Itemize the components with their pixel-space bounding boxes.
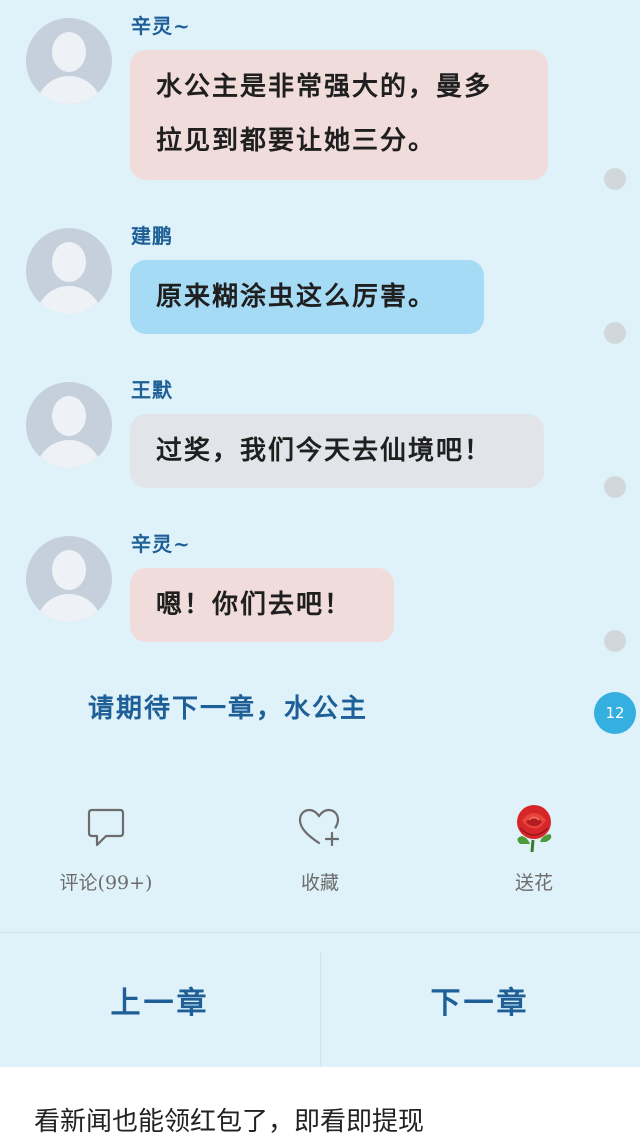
comment-button[interactable]: 评论(99+)	[36, 800, 176, 895]
read-status-dot	[604, 630, 626, 652]
read-status-dot	[604, 168, 626, 190]
sender-name: 辛灵~	[131, 532, 191, 556]
favorite-label: 收藏	[300, 872, 339, 894]
message-line: 水公主是非常强大的，曼多	[156, 72, 493, 102]
comment-icon	[87, 808, 125, 847]
avatar[interactable]	[26, 18, 112, 104]
sender-name: 建鹏	[131, 224, 173, 248]
message-bubble[interactable]: 原来糊涂虫这么厉害。	[130, 260, 484, 334]
message-bubble[interactable]: 水公主是非常强大的，曼多 拉见到都要让她三分。	[130, 50, 548, 180]
send-flower-button[interactable]: 送花	[464, 800, 604, 895]
avatar[interactable]	[26, 382, 112, 468]
divider	[320, 952, 321, 1066]
favorite-button[interactable]: 收藏	[250, 800, 390, 895]
avatar[interactable]	[26, 228, 112, 314]
chat-story-screen: 辛灵~ 水公主是非常强大的，曼多 拉见到都要让她三分。 建鹏 原来糊涂虫这么厉害…	[0, 0, 640, 1138]
sender-name: 辛灵~	[131, 14, 191, 38]
rose-icon	[517, 805, 552, 853]
read-status-dot	[604, 322, 626, 344]
avatar[interactable]	[26, 536, 112, 622]
action-bar: 评论(99+) 收藏 送花	[0, 800, 640, 910]
chapter-ending-text: 请期待下一章，水公主	[88, 694, 369, 724]
message-line: 拉见到都要让她三分。	[156, 126, 437, 156]
sender-name: 王默	[131, 378, 173, 402]
heart-plus-icon	[298, 808, 340, 847]
ad-banner[interactable]: 看新闻也能领红包了，即看即提现	[0, 1067, 640, 1138]
prev-chapter-button[interactable]: 上一章	[0, 933, 320, 1067]
send-flower-label: 送花	[514, 872, 553, 894]
next-chapter-button[interactable]: 下一章	[320, 933, 640, 1067]
comment-label: 评论(99+)	[59, 872, 153, 894]
message-bubble[interactable]: 过奖，我们今天去仙境吧！	[130, 414, 544, 488]
message-bubble[interactable]: 嗯！你们去吧！	[130, 568, 394, 642]
ad-text[interactable]: 看新闻也能领红包了，即看即提现	[34, 1101, 424, 1138]
read-status-dot	[604, 476, 626, 498]
count-badge[interactable]: 12	[594, 692, 636, 734]
